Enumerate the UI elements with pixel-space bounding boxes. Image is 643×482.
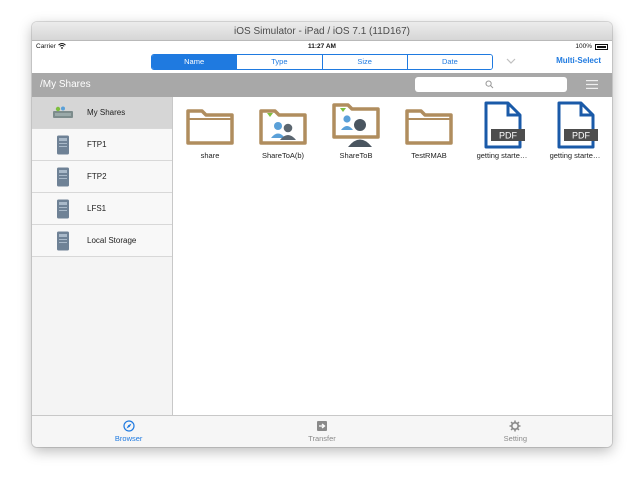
tab-bar: Browser Transfer Setting — [32, 415, 612, 447]
multi-select-button[interactable]: Multi-Select — [556, 56, 601, 65]
gear-icon — [509, 420, 521, 432]
file-item-sharetob[interactable]: ShareToB — [320, 101, 392, 160]
compass-icon — [123, 420, 135, 432]
server-icon — [52, 134, 74, 156]
battery-status: 100% — [575, 41, 608, 52]
sidebar-item-local-storage[interactable]: Local Storage — [32, 225, 172, 257]
sidebar-item-label: LFS1 — [87, 204, 107, 213]
svg-text:PDF: PDF — [572, 131, 591, 141]
svg-text:PDF: PDF — [499, 131, 518, 141]
chevron-down-icon[interactable] — [506, 57, 516, 65]
folder-icon — [405, 109, 453, 145]
sort-tab-name[interactable]: Name — [152, 55, 238, 69]
file-item-pdf-1[interactable]: PDF getting starte… — [466, 101, 538, 160]
main-content: My Shares FTP1 FTP2 LFS1 Local Storage s… — [32, 97, 612, 415]
sidebar-item-lfs1[interactable]: LFS1 — [32, 193, 172, 225]
server-icon — [52, 166, 74, 188]
tab-browser[interactable]: Browser — [32, 416, 225, 447]
current-path: /My Shares — [40, 79, 91, 90]
simulator-window: iOS Simulator - iPad / iOS 7.1 (11D167) … — [32, 22, 612, 447]
shared-folder-icon — [259, 109, 307, 145]
sidebar-item-ftp1[interactable]: FTP1 — [32, 129, 172, 161]
pdf-icon: PDF — [484, 101, 525, 149]
shared-folder-icon — [332, 103, 380, 147]
sidebar-item-label: My Shares — [87, 108, 126, 117]
sort-segmented-control: Name Type Size Date — [151, 54, 493, 70]
search-icon — [485, 80, 494, 89]
tab-setting[interactable]: Setting — [419, 416, 612, 447]
file-label: TestRMAB — [411, 151, 447, 160]
sidebar-item-label: Local Storage — [87, 236, 137, 245]
sidebar-item-ftp2[interactable]: FTP2 — [32, 161, 172, 193]
folder-icon — [186, 109, 234, 145]
tab-transfer[interactable]: Transfer — [225, 416, 418, 447]
ios-status-bar: Carrier 11:27 AM 100% — [32, 41, 612, 52]
sort-tab-size[interactable]: Size — [322, 55, 408, 69]
file-item-testrmab[interactable]: TestRMAB — [393, 101, 465, 160]
tab-label: Setting — [503, 434, 527, 443]
tab-label: Transfer — [308, 434, 336, 443]
search-input[interactable] — [415, 77, 567, 92]
path-bar: /My Shares — [32, 73, 612, 97]
sort-tab-date[interactable]: Date — [407, 55, 492, 69]
file-grid: share ShareToA(b) ShareToB TestRMAB PDF … — [173, 97, 612, 415]
file-label: ShareToB — [339, 151, 373, 160]
file-label: getting starte… — [549, 151, 601, 160]
file-item-pdf-2[interactable]: PDF getting starte… — [539, 101, 611, 160]
tab-label: Browser — [114, 434, 143, 443]
window-title: iOS Simulator - iPad / iOS 7.1 (11D167) — [32, 22, 612, 41]
sort-toolbar: Name Type Size Date Multi-Select — [32, 52, 612, 73]
battery-icon — [595, 43, 608, 50]
shares-icon — [52, 102, 74, 124]
transfer-icon — [316, 421, 327, 431]
sidebar-item-my-shares[interactable]: My Shares — [32, 97, 172, 129]
file-label: share — [200, 151, 220, 160]
file-item-sharetoa[interactable]: ShareToA(b) — [247, 101, 319, 160]
file-label: ShareToA(b) — [261, 151, 305, 160]
server-icon — [52, 230, 74, 252]
pdf-icon: PDF — [557, 101, 598, 149]
status-time: 11:27 AM — [308, 43, 336, 50]
file-label: getting starte… — [476, 151, 528, 160]
menu-icon[interactable] — [586, 80, 598, 89]
sidebar: My Shares FTP1 FTP2 LFS1 Local Storage — [32, 97, 173, 415]
sort-tab-type[interactable]: Type — [237, 55, 323, 69]
server-icon — [52, 198, 74, 220]
file-item-share[interactable]: share — [174, 101, 246, 160]
sidebar-item-label: FTP2 — [87, 172, 107, 181]
sidebar-item-label: FTP1 — [87, 140, 107, 149]
